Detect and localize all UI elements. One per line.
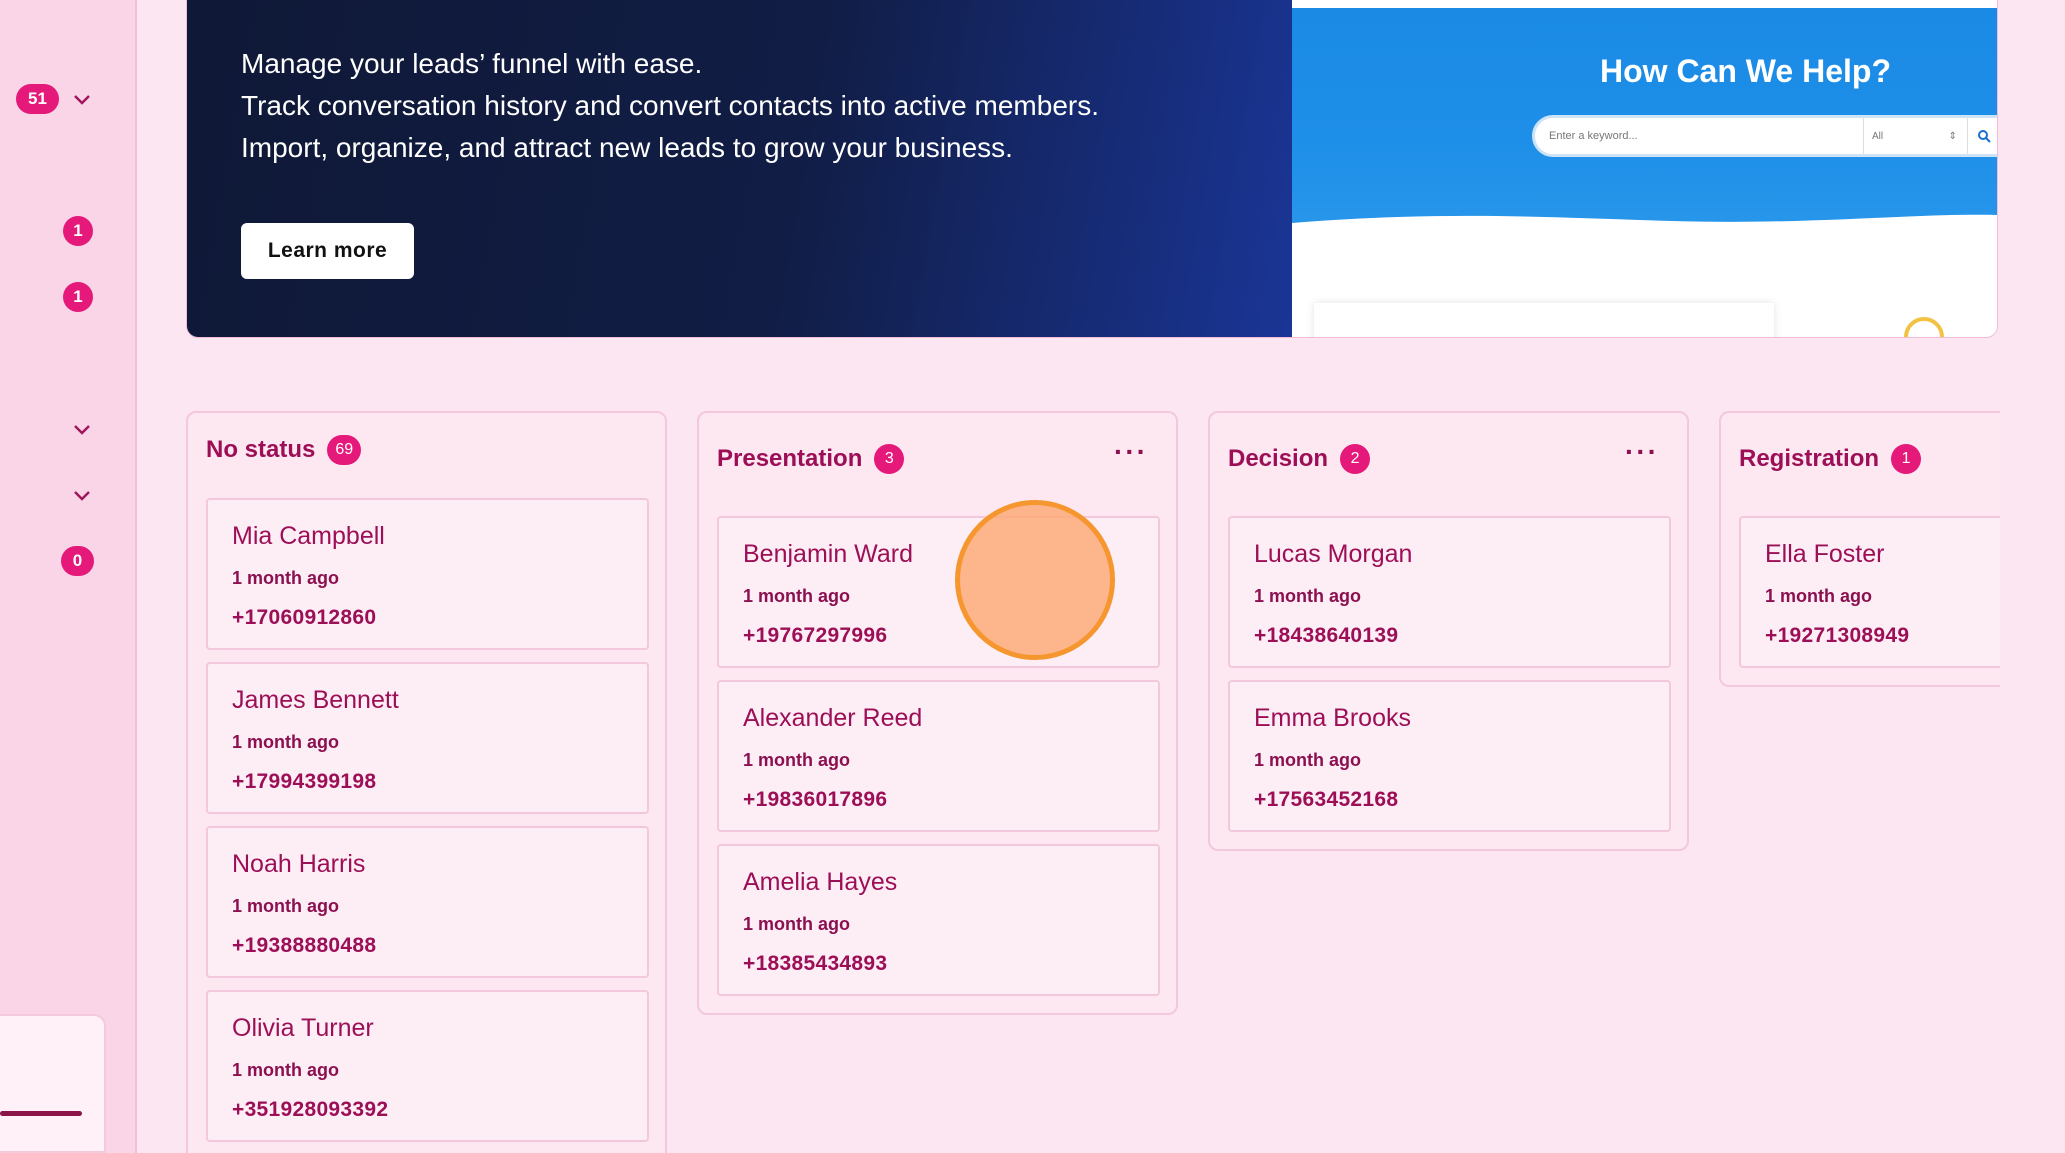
lead-phone: +18385434893 — [743, 952, 888, 975]
lead-name: Benjamin Ward — [743, 540, 913, 568]
lead-card[interactable]: Olivia Turner 1 month ago +351928093392 — [206, 990, 649, 1142]
lead-name: Olivia Turner — [232, 1014, 374, 1042]
help-select-value: All — [1872, 130, 1884, 142]
lead-time: 1 month ago — [232, 732, 339, 752]
logo-icon — [1904, 317, 1944, 337]
lead-phone: +19836017896 — [743, 788, 888, 811]
help-search-input: Enter a keyword... — [1549, 130, 1638, 142]
help-preview-card — [1314, 303, 1774, 337]
column-count-badge: 2 — [1340, 444, 1371, 474]
column-header: Registration 1 — [1739, 444, 1922, 474]
lead-name: Noah Harris — [232, 850, 366, 878]
hero-line: Import, organize, and attract new leads … — [241, 132, 1013, 163]
lead-card[interactable]: Alexander Reed 1 month ago +19836017896 — [717, 680, 1160, 832]
column-title: Presentation — [717, 445, 863, 472]
column-count-badge: 1 — [1891, 444, 1922, 474]
lead-phone: +19767297996 — [743, 624, 888, 647]
sidebar: 51 1 1 0 — [0, 0, 137, 1153]
hero-description: Manage your leads’ funnel with ease. Tra… — [241, 43, 1099, 169]
column-presentation: Presentation 3 ··· Benjamin Ward 1 month… — [697, 411, 1178, 1015]
chevron-down-icon[interactable] — [71, 418, 93, 440]
sidebar-panel — [0, 1014, 106, 1153]
chevron-down-icon[interactable] — [71, 484, 93, 506]
lead-phone: +351928093392 — [232, 1098, 389, 1121]
lead-phone: +18438640139 — [1254, 624, 1399, 647]
learn-more-button[interactable]: Learn more — [241, 223, 414, 279]
lead-time: 1 month ago — [232, 568, 339, 588]
column-header: Presentation 3 — [717, 444, 905, 474]
lead-name: Mia Campbell — [232, 522, 385, 550]
column-no-status: No status 69 Mia Campbell 1 month ago +1… — [186, 411, 667, 1153]
lead-name: Ella Foster — [1765, 540, 1885, 568]
column-title: No status — [206, 436, 316, 463]
column-header: No status 69 — [206, 435, 362, 465]
sidebar-badge: 1 — [63, 282, 93, 312]
lead-card[interactable]: Mia Campbell 1 month ago +17060912860 — [206, 498, 649, 650]
wave-shape — [1292, 214, 1997, 243]
lead-card[interactable]: Lucas Morgan 1 month ago +18438640139 — [1228, 516, 1671, 668]
hero-preview-image: How Can We Help? Enter a keyword... All … — [1292, 0, 1997, 337]
column-title: Registration — [1739, 445, 1880, 472]
lead-card[interactable]: Emma Brooks 1 month ago +17563452168 — [1228, 680, 1671, 832]
lead-time: 1 month ago — [232, 1060, 339, 1080]
sidebar-badge: 51 — [16, 84, 59, 114]
help-category-select: All ⇕ — [1863, 118, 1967, 154]
cursor-indicator — [955, 500, 1115, 660]
sort-arrows-icon: ⇕ — [1948, 130, 1957, 142]
lead-name: James Bennett — [232, 686, 399, 714]
lead-phone: +17994399198 — [232, 770, 377, 793]
hero-line: Manage your leads’ funnel with ease. — [241, 48, 703, 79]
lead-time: 1 month ago — [1254, 586, 1361, 606]
lead-time: 1 month ago — [743, 914, 850, 934]
lead-time: 1 month ago — [743, 750, 850, 770]
lead-card[interactable]: James Bennett 1 month ago +17994399198 — [206, 662, 649, 814]
sidebar-progress-bar — [0, 1111, 82, 1116]
help-title: How Can We Help? — [1600, 53, 1891, 89]
help-search-bar: Enter a keyword... All ⇕ — [1532, 115, 1997, 157]
column-header: Decision 2 — [1228, 444, 1371, 474]
page-edge — [2000, 0, 2065, 1153]
lead-phone: +19271308949 — [1765, 624, 1910, 647]
column-decision: Decision 2 ··· Lucas Morgan 1 month ago … — [1208, 411, 1689, 851]
lead-name: Emma Brooks — [1254, 704, 1411, 732]
lead-phone: +17563452168 — [1254, 788, 1399, 811]
more-options-icon[interactable]: ··· — [1625, 438, 1659, 466]
lead-name: Alexander Reed — [743, 704, 923, 732]
chevron-down-icon[interactable] — [71, 88, 93, 110]
lead-name: Amelia Hayes — [743, 868, 898, 896]
lead-phone: +19388880488 — [232, 934, 377, 957]
lead-phone: +17060912860 — [232, 606, 377, 629]
sidebar-badge: 1 — [63, 216, 93, 246]
hero-banner: Manage your leads’ funnel with ease. Tra… — [186, 0, 1998, 338]
lead-time: 1 month ago — [1765, 586, 1872, 606]
lead-name: Lucas Morgan — [1254, 540, 1413, 568]
lead-time: 1 month ago — [1254, 750, 1361, 770]
hero-text-panel: Manage your leads’ funnel with ease. Tra… — [187, 0, 1292, 337]
more-options-icon[interactable]: ··· — [1114, 438, 1148, 466]
column-title: Decision — [1228, 445, 1329, 472]
column-count-badge: 69 — [327, 435, 362, 465]
lead-time: 1 month ago — [743, 586, 850, 606]
search-icon — [1967, 118, 1997, 154]
lead-time: 1 month ago — [232, 896, 339, 916]
column-registration: Registration 1 Ella Foster 1 month ago +… — [1719, 411, 2029, 687]
hero-line: Track conversation history and convert c… — [241, 90, 1099, 121]
lead-card[interactable]: Noah Harris 1 month ago +19388880488 — [206, 826, 649, 978]
sidebar-badge: 0 — [61, 546, 94, 576]
column-count-badge: 3 — [874, 444, 905, 474]
lead-card[interactable]: Amelia Hayes 1 month ago +18385434893 — [717, 844, 1160, 996]
lead-card[interactable]: Ella Foster 1 month ago +19271308949 — [1739, 516, 2029, 668]
